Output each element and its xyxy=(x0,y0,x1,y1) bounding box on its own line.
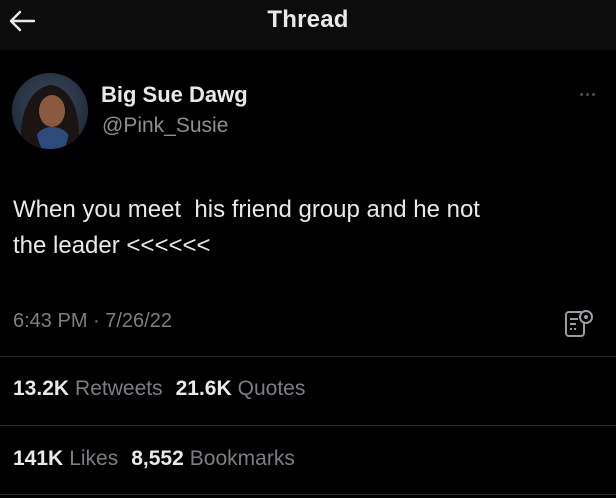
engagement-row-likes: 141K Likes 8,552 Bookmarks xyxy=(13,447,308,471)
more-options-button[interactable] xyxy=(572,84,602,104)
bookmarks-stat[interactable]: 8,552 Bookmarks xyxy=(131,447,295,471)
tweet-timestamp[interactable]: 6:43 PM · 7/26/22 xyxy=(13,310,172,333)
page-title: Thread xyxy=(267,6,349,33)
bookmarks-count: 8,552 xyxy=(131,447,184,470)
retweets-count: 13.2K xyxy=(13,377,70,400)
more-horizontal-icon-dot xyxy=(585,92,589,96)
tweet-text: When you meet his friend group and he no… xyxy=(13,196,480,259)
divider xyxy=(0,356,616,357)
bookmarks-label: Bookmarks xyxy=(189,447,295,470)
retweets-stat[interactable]: 13.2K Retweets xyxy=(13,377,163,401)
author-handle[interactable]: @Pink_Susie xyxy=(102,114,228,138)
engagement-row-shares: 13.2K Retweets 21.6K Quotes xyxy=(13,377,318,401)
retweets-label: Retweets xyxy=(75,377,163,400)
divider xyxy=(0,425,616,426)
quotes-label: Quotes xyxy=(237,377,306,400)
likes-count: 141K xyxy=(13,447,64,470)
quotes-count: 21.6K xyxy=(175,377,232,400)
avatar[interactable] xyxy=(12,73,88,149)
likes-label: Likes xyxy=(69,447,119,470)
divider xyxy=(0,494,616,495)
analytics-button[interactable] xyxy=(562,306,596,340)
quotes-stat[interactable]: 21.6K Quotes xyxy=(176,377,306,401)
more-horizontal-icon-dot xyxy=(591,92,595,96)
likes-stat[interactable]: 141K Likes xyxy=(13,447,118,471)
author-display-name[interactable]: Big Sue Dawg xyxy=(101,82,248,108)
more-horizontal-icon xyxy=(579,92,583,96)
avatar-image xyxy=(12,73,88,149)
top-bar: Thread xyxy=(0,0,616,50)
analytics-icon xyxy=(565,310,593,337)
